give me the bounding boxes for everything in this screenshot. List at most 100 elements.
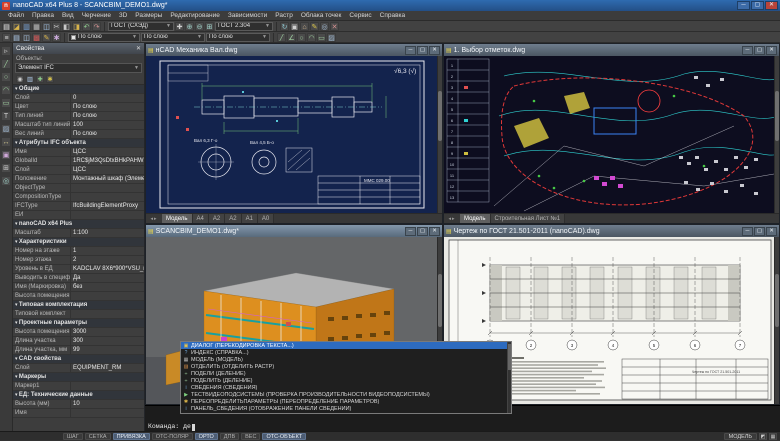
- cmd-redefine-params[interactable]: ✱ ПЕРЕОПРЕДЕЛИТЬПАРАМЕТРЫ (ПЕРЕОПРЕДЕЛЕН…: [181, 399, 511, 406]
- window-titlebar[interactable]: ▤ SCANCBIM_DEMO1.dwg* ─ ▢ ✕: [146, 225, 442, 237]
- status-toggle[interactable]: ОРТО: [195, 433, 218, 440]
- child-minimize-button[interactable]: ─: [405, 46, 416, 55]
- preview-icon[interactable]: ◫: [42, 22, 51, 31]
- property-row[interactable]: Номер этажа 2: [13, 256, 144, 265]
- linetype-combo[interactable]: По слою▼: [141, 33, 205, 42]
- property-value[interactable]: [89, 301, 144, 309]
- property-row[interactable]: Характеристики: [13, 238, 144, 247]
- menu-item[interactable]: Размеры: [131, 11, 166, 21]
- cmd-dialog[interactable]: ▣ ДИАЛОГ (ПЕРЕКОДИРОВКА ТЕКСТА...): [181, 342, 511, 349]
- property-row[interactable]: ЕД: Технические данные: [13, 391, 144, 400]
- zoom-in-icon[interactable]: ⊕: [185, 22, 194, 31]
- status-toggle[interactable]: СЕТКА: [85, 433, 111, 440]
- rectangle-tool-icon[interactable]: ▭: [1, 98, 11, 108]
- cmd-divide[interactable]: ÷ ПОДЕЛИТЬ (ДЕЛЕНИЕ): [181, 377, 511, 384]
- property-row[interactable]: Маркеры: [13, 373, 144, 382]
- undo-icon[interactable]: ↶: [82, 22, 91, 31]
- info-icon[interactable]: ◎: [320, 22, 329, 31]
- arc-icon[interactable]: ◠: [307, 33, 316, 42]
- window-titlebar[interactable]: ▤ нCAD Механика Вал.dwg ─ ▢ ✕: [146, 44, 442, 56]
- layout-tab[interactable]: Модель: [460, 214, 491, 223]
- property-value[interactable]: [71, 292, 144, 300]
- child-restore-button[interactable]: ▢: [754, 46, 765, 55]
- property-row[interactable]: Имя: [13, 409, 144, 418]
- lock-icon[interactable]: ◩: [759, 433, 767, 440]
- property-row[interactable]: Имя (Маркировка) без: [13, 283, 144, 292]
- property-value[interactable]: [71, 211, 144, 219]
- site-plan-canvas[interactable]: 1 2 3 4 5 6 7 8 9 10 11 12 13: [444, 56, 779, 213]
- layout-tab[interactable]: А1: [242, 214, 258, 223]
- property-value[interactable]: 1:100: [71, 229, 144, 237]
- property-row[interactable]: GlobalId 1RC$jM3QsDtxBHkPAHWs: [13, 157, 144, 166]
- property-value[interactable]: ЦСС: [71, 148, 144, 156]
- panel-close-icon[interactable]: ✕: [136, 45, 141, 52]
- property-value[interactable]: [69, 238, 144, 246]
- track-selection-icon[interactable]: ◉: [16, 75, 24, 83]
- block-tool-icon[interactable]: ▣: [1, 150, 11, 160]
- vertical-scrollbar[interactable]: [437, 56, 442, 213]
- status-toggle[interactable]: ПРИВЯЗКА: [113, 433, 150, 440]
- menu-item[interactable]: Вид: [58, 11, 78, 21]
- menu-item[interactable]: Справка: [376, 11, 410, 21]
- layer-previous-icon[interactable]: ◫: [22, 33, 31, 42]
- child-minimize-button[interactable]: ─: [742, 227, 753, 236]
- circle-icon[interactable]: ○: [297, 33, 306, 42]
- regen-icon[interactable]: ↻: [280, 22, 289, 31]
- cmd-index[interactable]: ? ИНДЕКС (СПРАВКА...): [181, 349, 511, 356]
- property-value[interactable]: [71, 382, 144, 390]
- property-row[interactable]: Вес линий По слою: [13, 130, 144, 139]
- new-file-icon[interactable]: ▤: [2, 22, 11, 31]
- workspace-icon[interactable]: ▦: [769, 433, 777, 440]
- property-value[interactable]: 1RC$jM3QsDtxBHkPAHWs: [71, 157, 144, 165]
- property-value[interactable]: без: [71, 283, 144, 291]
- cmd-video-test[interactable]: ▶ ТЕСТВИДЕОПОДСИСТЕМЫ (ПРОВЕРКА ПРОИЗВОД…: [181, 392, 511, 399]
- property-row[interactable]: ЕИ: [13, 211, 144, 220]
- cmd-info-panel[interactable]: i ПАНЕЛЬ_СВЕДЕНИЯ (ОТОБРАЖЕНИЕ ПАНЕЛИ СВ…: [181, 406, 511, 413]
- mechanical-drawing-canvas[interactable]: √6,3 (√): [146, 56, 442, 213]
- property-value[interactable]: [74, 220, 144, 228]
- property-row[interactable]: Масштаб тип линий 100: [13, 121, 144, 130]
- property-row[interactable]: Маркер1: [13, 382, 144, 391]
- categories-icon[interactable]: ▥: [26, 75, 34, 83]
- child-minimize-button[interactable]: ─: [405, 227, 416, 236]
- font-style-combo[interactable]: ГОСТ (СХЭД)▼: [108, 22, 174, 31]
- revcloud-tool-icon[interactable]: ◎: [1, 176, 11, 186]
- tab-nav-arrows[interactable]: ◂▸: [146, 214, 162, 223]
- status-toggle[interactable]: ВЕС: [241, 433, 260, 440]
- property-row[interactable]: Масштаб 1:100: [13, 229, 144, 238]
- table-tool-icon[interactable]: ⊞: [1, 163, 11, 173]
- child-restore-button[interactable]: ▢: [754, 227, 765, 236]
- maximize-button[interactable]: ▢: [751, 1, 764, 10]
- vertical-scrollbar[interactable]: [774, 56, 779, 213]
- property-value[interactable]: KADCLAV 8X6*900*VSU_и: [71, 265, 144, 273]
- property-row[interactable]: Высота помещения 3000: [13, 328, 144, 337]
- property-row[interactable]: IFCType IfcBuildingElementProxy: [13, 202, 144, 211]
- property-value[interactable]: IfcBuildingElementProxy: [71, 202, 144, 210]
- arc-tool-icon[interactable]: ◠: [1, 85, 11, 95]
- property-value[interactable]: Монтажный шкаф (Элемент 16"): [71, 175, 144, 183]
- property-value[interactable]: 100: [71, 121, 144, 129]
- property-row[interactable]: Высота (мм) 10: [13, 400, 144, 409]
- hatch-tool-icon[interactable]: ▨: [1, 124, 11, 134]
- property-value[interactable]: [71, 409, 144, 417]
- line-icon[interactable]: ╱: [277, 33, 286, 42]
- property-row[interactable]: Номер на этаже 1: [13, 247, 144, 256]
- status-toggle[interactable]: ОТС-ПОЛЯР: [152, 433, 193, 440]
- notes-icon[interactable]: ✎: [310, 22, 319, 31]
- menu-item[interactable]: Сервис: [345, 11, 375, 21]
- menu-item[interactable]: Редактирование: [166, 11, 224, 21]
- property-value[interactable]: По слою: [71, 130, 144, 138]
- property-row[interactable]: Выводить в специф. Да: [13, 274, 144, 283]
- property-row[interactable]: CompositionType: [13, 193, 144, 202]
- rectangle-icon[interactable]: ▭: [317, 33, 326, 42]
- cmd-model[interactable]: ▦ МОДЕЛЬ (МОДЕЛЬ): [181, 356, 511, 363]
- circle-tool-icon[interactable]: ○: [1, 72, 11, 82]
- property-row[interactable]: Длина участка 300: [13, 337, 144, 346]
- polyline-icon[interactable]: ∠: [287, 33, 296, 42]
- osnap-icon[interactable]: ⌂: [300, 22, 309, 31]
- property-value[interactable]: [71, 184, 144, 192]
- color-combo[interactable]: По слою▼: [68, 33, 140, 42]
- property-row[interactable]: Типовой комплект: [13, 310, 144, 319]
- property-row[interactable]: Слой EQUIPMENT_RM: [13, 364, 144, 373]
- copy-icon[interactable]: ◧: [62, 22, 71, 31]
